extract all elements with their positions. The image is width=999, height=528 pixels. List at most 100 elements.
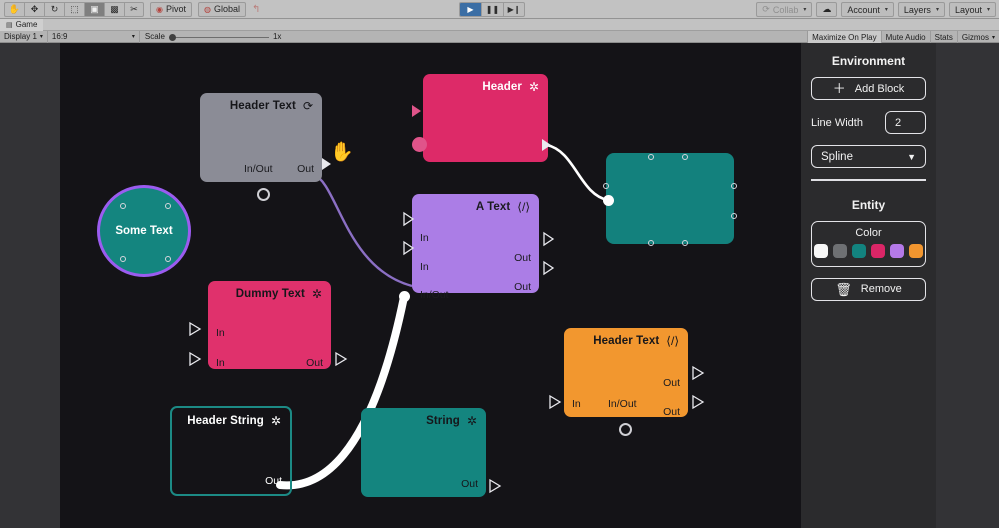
node-body: In/Out Out: [200, 112, 322, 182]
environment-title: Environment: [831, 54, 906, 68]
resize-handle[interactable]: [731, 213, 737, 219]
port-circle-orange-node[interactable]: [619, 423, 632, 436]
layers-label: Layers: [903, 4, 931, 15]
add-block-button[interactable]: ＋ Add Block: [811, 77, 926, 100]
node-graph-canvas[interactable]: Header Text ⟳ In/Out Out Header ✲ A Text…: [60, 43, 801, 528]
display-dropdown[interactable]: Display 1 ▾: [0, 30, 48, 43]
resize-handle[interactable]: [603, 183, 609, 189]
node-teal-rect-shape[interactable]: [606, 153, 734, 244]
resize-handle[interactable]: [682, 154, 688, 160]
aspect-dropdown[interactable]: 16:9 ▾: [48, 30, 140, 43]
line-width-label: Line Width: [811, 116, 863, 129]
color-swatch-purple[interactable]: [890, 243, 904, 258]
color-swatch-gray[interactable]: [833, 243, 847, 258]
node-body: Out: [361, 427, 486, 497]
node-header-text-orange[interactable]: Header Text ⟨/⟩ In In/Out Out Out: [564, 328, 688, 417]
node-body: Out: [172, 427, 290, 494]
account-menu[interactable]: Account ▾: [841, 2, 894, 17]
scale-tool-button[interactable]: ⬚: [64, 1, 84, 17]
mute-audio-toggle[interactable]: Mute Audio: [880, 31, 930, 43]
node-header-string-outline[interactable]: Header String ✲ Out: [170, 406, 292, 496]
scale-slider-track: [168, 36, 269, 38]
layers-menu[interactable]: Layers ▾: [897, 2, 945, 17]
scale-slider-knob[interactable]: [168, 33, 176, 41]
layout-label: Layout: [954, 4, 982, 15]
node-string-teal[interactable]: String ✲ Out: [361, 408, 486, 497]
custom-tool-icon: ✂: [130, 3, 138, 14]
global-toggle[interactable]: ◍ Global: [198, 1, 246, 17]
port-circle-pink-node[interactable]: [412, 137, 427, 152]
cloud-button[interactable]: ☁: [816, 2, 838, 17]
pause-button[interactable]: ❚❚: [481, 2, 503, 17]
step-button[interactable]: ▶❙: [503, 2, 525, 17]
chevron-down-icon: ▼: [907, 151, 916, 162]
code-icon: ⟨/⟩: [666, 334, 679, 348]
node-a-text-purple[interactable]: A Text ⟨/⟩ In In In/Out Out Out: [412, 194, 539, 300]
global-label: Global: [213, 4, 240, 14]
layout-menu[interactable]: Layout ▾: [948, 2, 996, 17]
add-block-label: Add Block: [854, 82, 905, 95]
collab-button[interactable]: ⟳ Collab ▾: [756, 2, 813, 17]
port-dot-teal-rect[interactable]: [603, 195, 614, 206]
line-width-input[interactable]: 2: [885, 111, 926, 134]
gizmos-dropdown[interactable]: Gizmos ▾: [956, 31, 999, 43]
color-swatch-pink[interactable]: [871, 243, 885, 258]
play-button[interactable]: ▶: [459, 2, 481, 17]
maximize-on-play-toggle[interactable]: Maximize On Play: [807, 31, 881, 43]
stats-toggle[interactable]: Stats: [929, 31, 957, 43]
tab-game[interactable]: ▤ Game: [0, 18, 44, 31]
node-header-text-gray[interactable]: Header Text ⟳ In/Out Out: [200, 93, 322, 182]
resize-handle[interactable]: [731, 183, 737, 189]
port-label-in-1: In: [216, 327, 225, 339]
color-swatch-teal[interactable]: [852, 243, 866, 258]
resize-handle[interactable]: [682, 240, 688, 246]
code-icon: ⟨/⟩: [517, 200, 530, 214]
scale-slider[interactable]: [168, 32, 269, 42]
global-icon: ◍: [204, 4, 211, 14]
chevron-down-icon: ▾: [131, 34, 135, 40]
node-dummy-text-pink[interactable]: Dummy Text ✲ In In Out: [208, 281, 331, 369]
port-dot-purple-node[interactable]: [399, 291, 410, 302]
unity-editor-window: ✋ ✥ ↻ ⬚ ▣ ▩ ✂ ◉ Pivot ◍ Global ↰ ▶ ❚❚ ▶❙…: [0, 0, 999, 528]
color-swatch-orange[interactable]: [909, 243, 923, 258]
node-title: Header: [482, 81, 522, 93]
hand-tool-button[interactable]: ✋: [4, 1, 24, 17]
line-width-row: Line Width 2: [811, 111, 926, 134]
entity-title: Entity: [851, 197, 886, 212]
move-tool-icon: ✥: [30, 3, 39, 14]
port-out-pink-node[interactable]: [542, 139, 551, 151]
undo-history-icon[interactable]: ↰: [252, 4, 260, 15]
rotate-tool-button[interactable]: ↻: [44, 1, 64, 17]
resize-handle[interactable]: [120, 256, 126, 262]
color-swatch-white[interactable]: [814, 243, 828, 258]
rect-tool-button[interactable]: ▣: [84, 1, 104, 17]
pivot-toggle[interactable]: ◉ Pivot: [150, 1, 192, 17]
port-circle-gray-node[interactable]: [257, 188, 270, 201]
plus-icon: ＋: [832, 81, 846, 96]
resize-handle[interactable]: [165, 203, 171, 209]
port-in-pink-node[interactable]: [412, 105, 421, 117]
pivot-label: Pivot: [165, 4, 186, 14]
move-tool-button[interactable]: ✥: [24, 1, 44, 17]
transform-tool-icon: ▩: [110, 3, 119, 14]
resize-handle[interactable]: [648, 240, 654, 246]
scale-value: 1x: [272, 32, 282, 41]
pause-icon: ❚❚: [485, 5, 500, 14]
node-header-pink[interactable]: Header ✲: [423, 74, 548, 162]
resize-handle[interactable]: [648, 154, 654, 160]
rotate-tool-icon: ↻: [50, 3, 59, 14]
custom-tool-button[interactable]: ✂: [124, 1, 144, 17]
gear-icon: ✲: [466, 414, 477, 428]
color-picker-card: Color: [811, 220, 926, 267]
node-header: Dummy Text ✲: [208, 281, 331, 300]
game-view-icon: ▤: [6, 21, 13, 29]
port-label-out-1: Out: [514, 252, 531, 264]
node-title: Some Text: [115, 224, 173, 237]
resize-handle[interactable]: [120, 203, 126, 209]
chevron-down-icon: ▾: [803, 7, 807, 13]
resize-handle[interactable]: [165, 256, 171, 262]
node-some-text-circle[interactable]: Some Text: [97, 185, 191, 277]
curve-type-dropdown[interactable]: Spline ▼: [811, 145, 926, 168]
remove-button[interactable]: 🗑 Remove: [811, 277, 926, 301]
transform-tool-button[interactable]: ▩: [104, 1, 124, 17]
